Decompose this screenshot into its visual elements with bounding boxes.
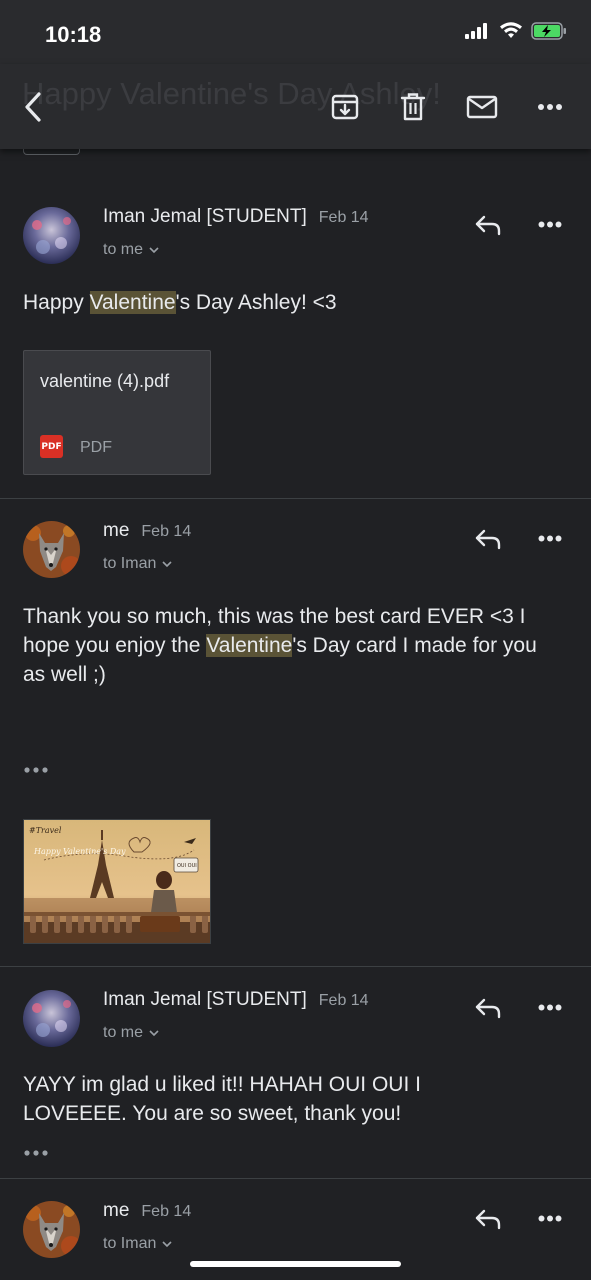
pdf-attachment[interactable]: valentine (4).pdf PDF PDF [23,350,211,475]
archive-button[interactable] [328,90,362,124]
mark-unread-button[interactable] [465,90,499,124]
sender-name: Iman Jemal [STUDENT] [103,989,307,1010]
reply-button[interactable] [473,993,503,1023]
body-text-part: 's Day Ashley! <3 [175,291,337,314]
message-more-button[interactable] [535,209,565,239]
more-options-icon [538,221,562,227]
reply-icon [475,529,501,550]
trash-icon [400,93,426,121]
chevron-down-icon [162,1240,172,1247]
avatar[interactable] [23,521,80,578]
sender-line: me Feb 14 [103,520,191,542]
more-options-icon [538,1215,562,1221]
message-body: Happy Valentine's Day Ashley! <3 [23,288,563,317]
reply-button[interactable] [473,1204,503,1234]
body-text-part: Happy [23,291,90,314]
previous-attachment-edge [23,149,80,155]
message-body: Thank you so much, this was the best car… [23,602,563,689]
avatar-image [23,990,80,1047]
recipient-details-toggle[interactable]: to Iman [103,555,172,573]
avatar[interactable] [23,207,80,264]
message-divider [0,1178,591,1179]
more-options-icon [538,104,562,110]
recipient-details-toggle[interactable]: to me [103,241,159,259]
back-arrow-icon [25,92,41,122]
attachment-name: valentine (4).pdf [40,371,170,391]
recipient-details-toggle[interactable]: to Iman [103,1235,172,1253]
reply-icon [475,215,501,236]
sender-line: Iman Jemal [STUDENT] Feb 14 [103,989,369,1011]
image-sign-text: OUI OUI [177,863,197,869]
recipient-label: to me [103,241,144,258]
toolbar: Happy Valentine's Day Ashley! [0,64,591,149]
message-date: Feb 14 [141,523,192,540]
sender-line: me Feb 14 [103,1200,191,1222]
message-more-button[interactable] [535,1203,565,1233]
recipient-label: to Iman [103,555,157,572]
more-options-icon [538,535,562,541]
cellular-signal-icon [465,23,487,39]
reply-button[interactable] [473,210,503,240]
pdf-icon: PDF [40,435,63,458]
status-icons [465,22,567,40]
ellipsis-icon [24,767,48,773]
recipient-label: to Iman [103,1235,157,1252]
mail-icon [466,95,498,119]
message-date: Feb 14 [318,992,369,1009]
status-bar: 10:18 [0,0,591,64]
avatar[interactable] [23,1201,80,1258]
archive-icon [331,94,359,120]
delete-button[interactable] [396,90,430,124]
paris-valentine-card-image: #Travel Happy Valentine's Day OUI OUI [24,820,210,943]
more-options-button[interactable] [533,90,567,124]
recipient-label: to me [103,1024,144,1041]
status-time: 10:18 [45,22,102,47]
chevron-down-icon [149,246,159,253]
search-highlight: Valentine [206,634,293,657]
show-trimmed-content-button[interactable] [23,763,53,777]
message-divider [0,498,591,499]
avatar-image [23,207,80,264]
sender-name: Iman Jemal [STUDENT] [103,206,307,227]
reply-icon [475,1209,501,1230]
message-date: Feb 14 [318,209,369,226]
message-body: YAYY im glad u liked it!! HAHAH OUI OUI … [23,1073,421,1125]
image-attachment[interactable]: #Travel Happy Valentine's Day OUI OUI [23,819,211,944]
reply-icon [475,998,501,1019]
reply-button[interactable] [473,524,503,554]
subject-ghost-title: Happy Valentine's Day Ashley! [22,76,441,111]
sender-line: Iman Jemal [STUDENT] Feb 14 [103,206,369,228]
attachment-type: PDF [80,439,112,456]
chevron-down-icon [162,560,172,567]
wolf-avatar-image [23,1201,80,1258]
chevron-down-icon [149,1029,159,1036]
sender-name: me [103,1200,130,1221]
avatar[interactable] [23,990,80,1047]
more-options-icon [538,1004,562,1010]
recipient-details-toggle[interactable]: to me [103,1024,159,1042]
back-button[interactable] [16,90,50,124]
image-script-text: Happy Valentine's Day [33,847,126,856]
sender-name: me [103,520,130,541]
message-more-button[interactable] [535,523,565,553]
message-date: Feb 14 [141,1203,192,1220]
ellipsis-icon [24,1150,48,1156]
wolf-avatar-image [23,521,80,578]
show-trimmed-content-button[interactable] [23,1146,53,1160]
home-indicator[interactable] [190,1261,401,1267]
wifi-icon [500,22,522,38]
search-highlight: Valentine [89,291,176,314]
battery-charging-icon [531,22,566,40]
image-tag-text: #Travel [29,826,62,835]
message-divider [0,966,591,967]
message-more-button[interactable] [535,992,565,1022]
